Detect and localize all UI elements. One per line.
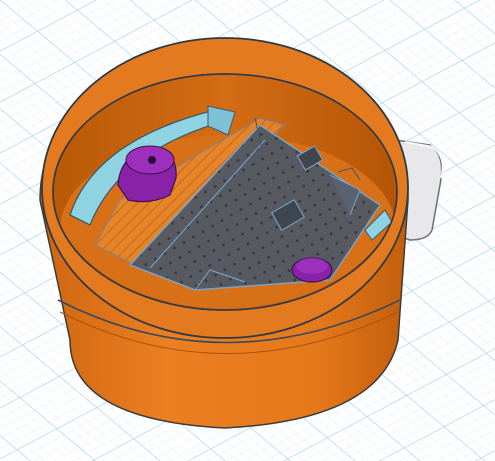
mount-peg-icon-2[interactable] <box>291 257 333 283</box>
workplane-scene[interactable] <box>0 0 495 461</box>
3d-viewport[interactable] <box>0 0 495 461</box>
